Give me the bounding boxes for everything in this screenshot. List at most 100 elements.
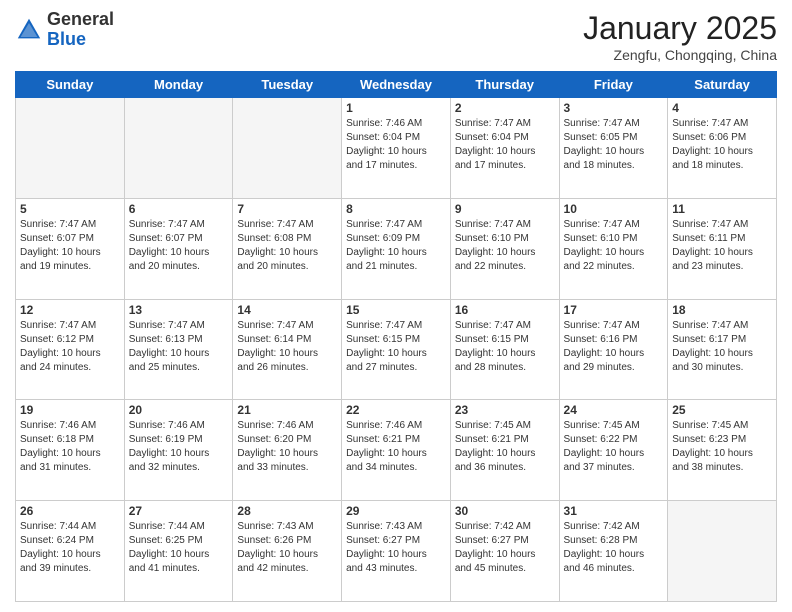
day-info: Sunrise: 7:47 AM Sunset: 6:07 PM Dayligh… bbox=[20, 218, 120, 274]
calendar-cell: 26 Sunrise: 7:44 AM Sunset: 6:24 PM Dayli… bbox=[16, 501, 125, 602]
logo: General Blue bbox=[15, 10, 114, 50]
day-number: 19 bbox=[20, 403, 120, 417]
calendar-cell: 22Sunrise: 7:46 AM Sunset: 6:21 PM Dayli… bbox=[342, 400, 451, 501]
calendar-cell: 10 Sunrise: 7:47 AM Sunset: 6:10 PM Dayli… bbox=[559, 198, 668, 299]
day-info: Sunrise: 7:46 AM Sunset: 6:04 PM Dayligh… bbox=[346, 117, 446, 173]
calendar-week-row: 1 Sunrise: 7:46 AM Sunset: 6:04 PM Daylig… bbox=[16, 98, 777, 199]
logo-icon bbox=[15, 16, 43, 44]
calendar-cell: 1 Sunrise: 7:46 AM Sunset: 6:04 PM Daylig… bbox=[342, 98, 451, 199]
day-info: Sunrise: 7:44 AM Sunset: 6:25 PM Dayligh… bbox=[129, 520, 229, 576]
calendar-cell: 21 Sunrise: 7:46 AM Sunset: 6:20 PM Dayli… bbox=[233, 400, 342, 501]
day-number: 2 bbox=[455, 101, 555, 115]
calendar-cell: 20 Sunrise: 7:46 AM Sunset: 6:19 PM Dayli… bbox=[124, 400, 233, 501]
weekday-header: Thursday bbox=[450, 72, 559, 98]
weekday-header-row: SundayMondayTuesdayWednesdayThursdayFrid… bbox=[16, 72, 777, 98]
calendar-week-row: 19 Sunrise: 7:46 AM Sunset: 6:18 PM Dayli… bbox=[16, 400, 777, 501]
day-info: Sunrise: 7:47 AM Sunset: 6:09 PM Dayligh… bbox=[346, 218, 446, 274]
day-info: Sunrise: 7:46 AM Sunset: 6:18 PM Dayligh… bbox=[20, 419, 120, 475]
day-number: 17 bbox=[564, 303, 664, 317]
day-number: 1 bbox=[346, 101, 446, 115]
day-info: Sunrise: 7:46 AM Sunset: 6:19 PM Dayligh… bbox=[129, 419, 229, 475]
day-number: 25 bbox=[672, 403, 772, 417]
logo-blue: Blue bbox=[47, 29, 86, 49]
calendar-week-row: 12 Sunrise: 7:47 AM Sunset: 6:12 PM Dayli… bbox=[16, 299, 777, 400]
day-number: 20 bbox=[129, 403, 229, 417]
day-number: 12 bbox=[20, 303, 120, 317]
calendar-cell bbox=[233, 98, 342, 199]
day-info: Sunrise: 7:44 AM Sunset: 6:24 PM Dayligh… bbox=[20, 520, 120, 576]
location: Zengfu, Chongqing, China bbox=[583, 47, 777, 63]
calendar-cell: 16 Sunrise: 7:47 AM Sunset: 6:15 PM Dayli… bbox=[450, 299, 559, 400]
calendar-cell: 5 Sunrise: 7:47 AM Sunset: 6:07 PM Daylig… bbox=[16, 198, 125, 299]
calendar-cell: 6Sunrise: 7:47 AM Sunset: 6:07 PM Daylig… bbox=[124, 198, 233, 299]
day-number: 11 bbox=[672, 202, 772, 216]
month-title: January 2025 bbox=[583, 10, 777, 47]
day-info: Sunrise: 7:42 AM Sunset: 6:27 PM Dayligh… bbox=[455, 520, 555, 576]
day-info: Sunrise: 7:47 AM Sunset: 6:16 PM Dayligh… bbox=[564, 319, 664, 375]
day-info: Sunrise: 7:47 AM Sunset: 6:04 PM Dayligh… bbox=[455, 117, 555, 173]
logo-general: General bbox=[47, 9, 114, 29]
day-number: 23 bbox=[455, 403, 555, 417]
weekday-header: Tuesday bbox=[233, 72, 342, 98]
calendar-cell: 17 Sunrise: 7:47 AM Sunset: 6:16 PM Dayli… bbox=[559, 299, 668, 400]
day-number: 9 bbox=[455, 202, 555, 216]
day-number: 14 bbox=[237, 303, 337, 317]
calendar-cell: 25Sunrise: 7:45 AM Sunset: 6:23 PM Dayli… bbox=[668, 400, 777, 501]
calendar-week-row: 5 Sunrise: 7:47 AM Sunset: 6:07 PM Daylig… bbox=[16, 198, 777, 299]
calendar-cell bbox=[16, 98, 125, 199]
day-info: Sunrise: 7:47 AM Sunset: 6:05 PM Dayligh… bbox=[564, 117, 664, 173]
day-number: 16 bbox=[455, 303, 555, 317]
day-number: 10 bbox=[564, 202, 664, 216]
day-number: 18 bbox=[672, 303, 772, 317]
calendar-cell: 3 Sunrise: 7:47 AM Sunset: 6:05 PM Daylig… bbox=[559, 98, 668, 199]
day-number: 13 bbox=[129, 303, 229, 317]
calendar-cell: 9 Sunrise: 7:47 AM Sunset: 6:10 PM Daylig… bbox=[450, 198, 559, 299]
day-info: Sunrise: 7:46 AM Sunset: 6:21 PM Dayligh… bbox=[346, 419, 446, 475]
day-info: Sunrise: 7:47 AM Sunset: 6:11 PM Dayligh… bbox=[672, 218, 772, 274]
header: General Blue January 2025 Zengfu, Chongq… bbox=[15, 10, 777, 63]
weekday-header: Saturday bbox=[668, 72, 777, 98]
day-info: Sunrise: 7:47 AM Sunset: 6:10 PM Dayligh… bbox=[455, 218, 555, 274]
day-info: Sunrise: 7:47 AM Sunset: 6:06 PM Dayligh… bbox=[672, 117, 772, 173]
day-number: 28 bbox=[237, 504, 337, 518]
day-number: 26 bbox=[20, 504, 120, 518]
calendar-cell: 14Sunrise: 7:47 AM Sunset: 6:14 PM Dayli… bbox=[233, 299, 342, 400]
calendar-cell: 23 Sunrise: 7:45 AM Sunset: 6:21 PM Dayli… bbox=[450, 400, 559, 501]
day-info: Sunrise: 7:45 AM Sunset: 6:22 PM Dayligh… bbox=[564, 419, 664, 475]
day-number: 5 bbox=[20, 202, 120, 216]
weekday-header: Monday bbox=[124, 72, 233, 98]
day-info: Sunrise: 7:46 AM Sunset: 6:20 PM Dayligh… bbox=[237, 419, 337, 475]
day-number: 21 bbox=[237, 403, 337, 417]
calendar-cell: 31Sunrise: 7:42 AM Sunset: 6:28 PM Dayli… bbox=[559, 501, 668, 602]
page: General Blue January 2025 Zengfu, Chongq… bbox=[0, 0, 792, 612]
day-info: Sunrise: 7:45 AM Sunset: 6:21 PM Dayligh… bbox=[455, 419, 555, 475]
day-number: 29 bbox=[346, 504, 446, 518]
calendar-cell: 24 Sunrise: 7:45 AM Sunset: 6:22 PM Dayli… bbox=[559, 400, 668, 501]
calendar-cell: 4Sunrise: 7:47 AM Sunset: 6:06 PM Daylig… bbox=[668, 98, 777, 199]
title-block: January 2025 Zengfu, Chongqing, China bbox=[583, 10, 777, 63]
day-info: Sunrise: 7:47 AM Sunset: 6:15 PM Dayligh… bbox=[455, 319, 555, 375]
calendar-cell: 29Sunrise: 7:43 AM Sunset: 6:27 PM Dayli… bbox=[342, 501, 451, 602]
calendar-cell: 8Sunrise: 7:47 AM Sunset: 6:09 PM Daylig… bbox=[342, 198, 451, 299]
day-number: 7 bbox=[237, 202, 337, 216]
day-info: Sunrise: 7:43 AM Sunset: 6:26 PM Dayligh… bbox=[237, 520, 337, 576]
day-number: 27 bbox=[129, 504, 229, 518]
calendar-week-row: 26 Sunrise: 7:44 AM Sunset: 6:24 PM Dayli… bbox=[16, 501, 777, 602]
day-info: Sunrise: 7:47 AM Sunset: 6:12 PM Dayligh… bbox=[20, 319, 120, 375]
calendar-cell bbox=[124, 98, 233, 199]
calendar-cell: 11 Sunrise: 7:47 AM Sunset: 6:11 PM Dayli… bbox=[668, 198, 777, 299]
day-info: Sunrise: 7:42 AM Sunset: 6:28 PM Dayligh… bbox=[564, 520, 664, 576]
day-number: 24 bbox=[564, 403, 664, 417]
day-number: 15 bbox=[346, 303, 446, 317]
day-info: Sunrise: 7:47 AM Sunset: 6:13 PM Dayligh… bbox=[129, 319, 229, 375]
calendar-cell: 28 Sunrise: 7:43 AM Sunset: 6:26 PM Dayli… bbox=[233, 501, 342, 602]
day-info: Sunrise: 7:47 AM Sunset: 6:15 PM Dayligh… bbox=[346, 319, 446, 375]
day-number: 3 bbox=[564, 101, 664, 115]
day-info: Sunrise: 7:47 AM Sunset: 6:17 PM Dayligh… bbox=[672, 319, 772, 375]
calendar-cell bbox=[668, 501, 777, 602]
day-info: Sunrise: 7:47 AM Sunset: 6:10 PM Dayligh… bbox=[564, 218, 664, 274]
calendar-cell: 2 Sunrise: 7:47 AM Sunset: 6:04 PM Daylig… bbox=[450, 98, 559, 199]
calendar-cell: 27 Sunrise: 7:44 AM Sunset: 6:25 PM Dayli… bbox=[124, 501, 233, 602]
calendar-cell: 18 Sunrise: 7:47 AM Sunset: 6:17 PM Dayli… bbox=[668, 299, 777, 400]
calendar-cell: 15 Sunrise: 7:47 AM Sunset: 6:15 PM Dayli… bbox=[342, 299, 451, 400]
